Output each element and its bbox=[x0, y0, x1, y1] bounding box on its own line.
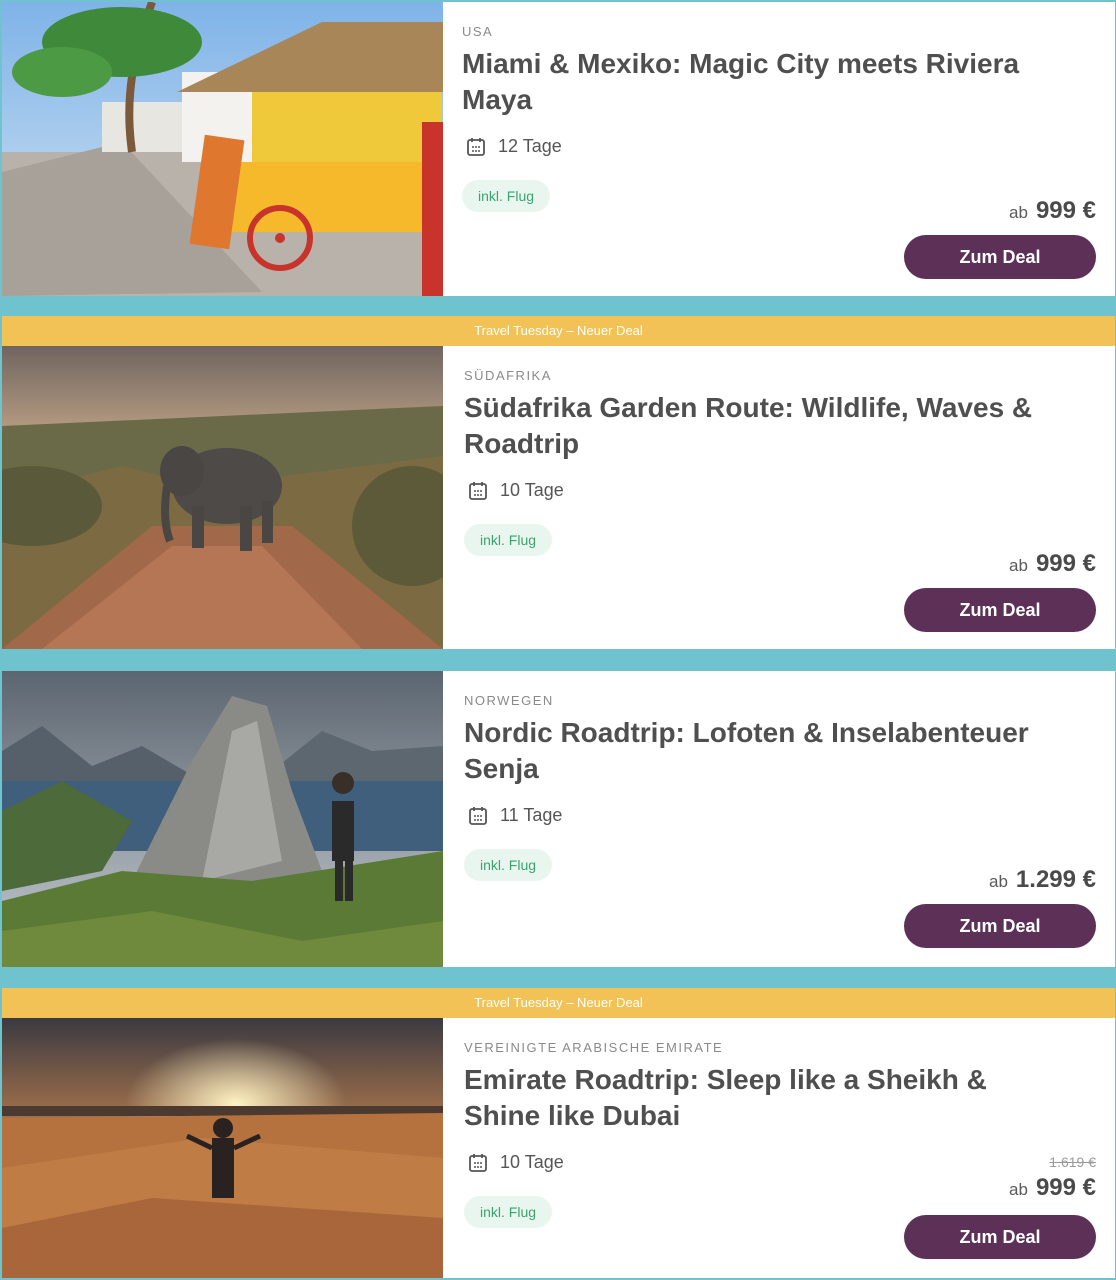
deal-card[interactable]: Norwegen Nordic Roadtrip: Lofoten & Inse… bbox=[2, 671, 1115, 967]
duration-text: 12 Tage bbox=[498, 136, 562, 156]
deal-country: Norwegen bbox=[464, 693, 554, 708]
deal-country: Vereinigte Arabische Emirate bbox=[464, 1040, 724, 1055]
deal-duration: 12 Tage bbox=[466, 136, 562, 157]
deal-card[interactable]: Vereinigte Arabische Emirate Emirate Roa… bbox=[2, 1018, 1115, 1278]
zum-deal-button[interactable]: Zum Deal bbox=[904, 235, 1096, 279]
price-prefix: ab bbox=[1009, 1180, 1028, 1199]
flight-included-badge: inkl. Flug bbox=[464, 524, 553, 556]
deal-card[interactable]: Südafrika Südafrika Garden Route: Wildli… bbox=[2, 346, 1115, 649]
travel-tuesday-banner: Travel Tuesday – Neuer Deal bbox=[2, 988, 1115, 1018]
deal-photo[interactable] bbox=[2, 671, 443, 967]
deal-duration: 10 Tage bbox=[468, 1152, 564, 1173]
price: ab 999 € bbox=[1009, 197, 1096, 225]
desert-sunset-photo bbox=[2, 1018, 443, 1278]
price-value: 999 € bbox=[1035, 197, 1096, 224]
deal-photo[interactable] bbox=[2, 1018, 443, 1278]
flight-included-badge: inkl. Flug bbox=[464, 1196, 553, 1228]
deal-card[interactable]: USA Miami & Mexiko: Magic City meets Riv… bbox=[2, 2, 1115, 296]
price-prefix: ab bbox=[989, 872, 1008, 891]
deal-title[interactable]: Nordic Roadtrip: Lofoten & Inselabenteue… bbox=[464, 715, 1064, 787]
deal-info: Vereinigte Arabische Emirate Emirate Roa… bbox=[464, 1018, 1115, 1278]
zum-deal-button[interactable]: Zum Deal bbox=[904, 1215, 1096, 1259]
zum-deal-button[interactable]: Zum Deal bbox=[904, 588, 1096, 632]
deal-country: USA bbox=[462, 24, 494, 39]
deal-photo[interactable] bbox=[2, 346, 443, 649]
travel-tuesday-banner: Travel Tuesday – Neuer Deal bbox=[2, 316, 1115, 346]
price-prefix: ab bbox=[1009, 203, 1028, 222]
deal-title[interactable]: Südafrika Garden Route: Wildlife, Waves … bbox=[464, 390, 1064, 462]
zum-deal-button[interactable]: Zum Deal bbox=[904, 904, 1096, 948]
duration-text: 11 Tage bbox=[500, 805, 563, 825]
price: ab 999 € bbox=[1009, 550, 1096, 578]
deal-title[interactable]: Miami & Mexiko: Magic City meets Riviera… bbox=[462, 46, 1062, 118]
old-price: 1.619 € bbox=[1049, 1154, 1096, 1170]
duration-text: 10 Tage bbox=[500, 480, 564, 500]
deal-info: USA Miami & Mexiko: Magic City meets Riv… bbox=[462, 2, 1115, 296]
flight-included-badge: inkl. Flug bbox=[464, 849, 553, 881]
deal-info: Norwegen Nordic Roadtrip: Lofoten & Inse… bbox=[464, 671, 1115, 967]
calendar-icon bbox=[467, 137, 485, 156]
deal-country: Südafrika bbox=[464, 368, 552, 383]
price: 1.619 € ab 999 € bbox=[1009, 1154, 1096, 1202]
price: ab 1.299 € bbox=[989, 866, 1096, 894]
deal-info: Südafrika Südafrika Garden Route: Wildli… bbox=[464, 346, 1115, 649]
elephant-road-photo bbox=[2, 346, 443, 649]
deal-duration: 10 Tage bbox=[468, 480, 564, 501]
calendar-icon bbox=[469, 1153, 487, 1172]
beach-kiosk-photo bbox=[2, 2, 443, 296]
price-value: 1.299 € bbox=[1015, 866, 1096, 893]
price-value: 999 € bbox=[1035, 1174, 1096, 1201]
deal-duration: 11 Tage bbox=[468, 805, 562, 826]
fjord-mountain-photo bbox=[2, 671, 443, 967]
duration-text: 10 Tage bbox=[500, 1152, 564, 1172]
price-value: 999 € bbox=[1035, 550, 1096, 577]
calendar-icon bbox=[469, 806, 487, 825]
flight-included-badge: inkl. Flug bbox=[462, 180, 551, 212]
calendar-icon bbox=[469, 481, 487, 500]
price-prefix: ab bbox=[1009, 556, 1028, 575]
deal-title[interactable]: Emirate Roadtrip: Sleep like a Sheikh & … bbox=[464, 1062, 1064, 1134]
deal-photo[interactable] bbox=[2, 2, 443, 296]
